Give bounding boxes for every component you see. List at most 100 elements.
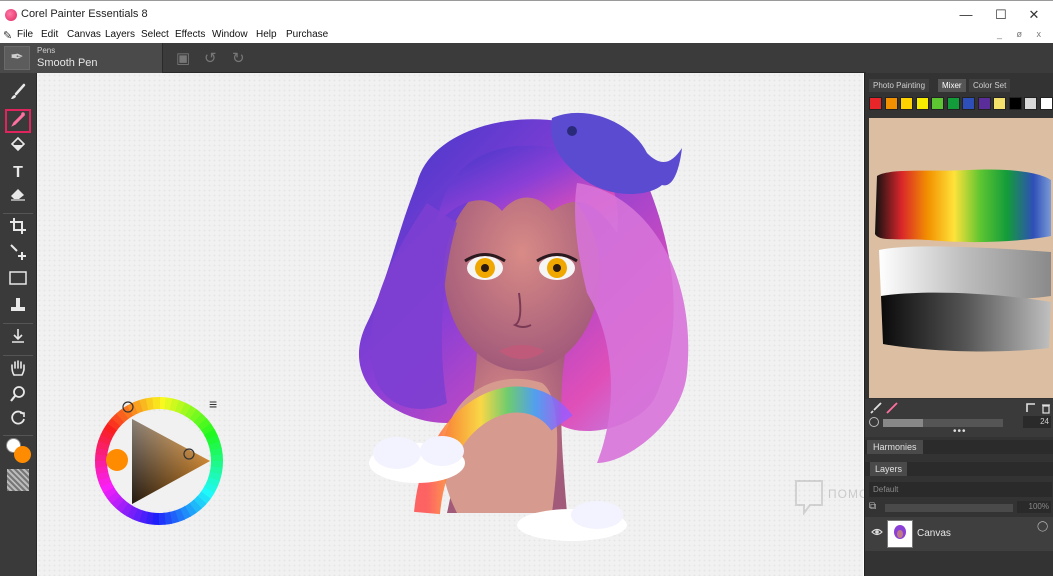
- menu-layers[interactable]: Layers: [105, 29, 135, 40]
- grabber-hand-icon[interactable]: [5, 359, 31, 383]
- mixer-color-swatch[interactable]: [884, 97, 898, 110]
- menu-edit[interactable]: Edit: [41, 29, 58, 40]
- rotate-page-icon[interactable]: [5, 409, 31, 433]
- mixer-brush-size-slider[interactable]: [883, 419, 1003, 427]
- layer-name: Canvas: [917, 528, 951, 539]
- mixer-color-swatch[interactable]: [1039, 97, 1053, 110]
- crop-tool-icon[interactable]: [5, 217, 31, 241]
- menu-purchase[interactable]: Purchase: [286, 29, 328, 40]
- tab-layers[interactable]: Layers: [870, 462, 908, 476]
- layer-row-canvas[interactable]: Canvas ◯: [865, 517, 1053, 551]
- mixed-color-streak: [875, 169, 1051, 243]
- main-color-chip[interactable]: [14, 446, 31, 463]
- layers-panel-header: Layers: [865, 462, 1053, 476]
- paper-texture-selector[interactable]: [7, 469, 29, 491]
- menu-help[interactable]: Help: [256, 29, 277, 40]
- tab-color-set[interactable]: Color Set: [969, 79, 1011, 92]
- mixer-color-swatch[interactable]: [931, 97, 944, 110]
- mixer-save-icon[interactable]: [1025, 402, 1037, 414]
- layer-thumbnail: [887, 520, 913, 548]
- paint-bucket-icon[interactable]: [5, 135, 31, 159]
- color-wheel[interactable]: [92, 394, 226, 528]
- toolbox-divider: [3, 323, 33, 324]
- current-color-dot: [106, 449, 128, 471]
- layer-options-icon[interactable]: ◯: [1037, 521, 1048, 532]
- menu-effects[interactable]: Effects: [175, 29, 205, 40]
- toolbox-divider: [3, 355, 33, 356]
- brush-size-icon: [869, 417, 879, 427]
- mixer-color-swatch[interactable]: [962, 97, 975, 110]
- app-menu-icon[interactable]: ✎: [3, 29, 12, 42]
- mixer-brush-icon[interactable]: [869, 401, 883, 415]
- text-tool-icon[interactable]: T: [5, 161, 31, 185]
- layer-opacity-slider[interactable]: [885, 504, 1013, 512]
- hue-ring-segment[interactable]: [210, 454, 223, 463]
- clone-tool-icon[interactable]: [5, 295, 31, 319]
- mixer-brush-size-value[interactable]: 24: [1023, 416, 1051, 428]
- toolbox-divider: [3, 435, 33, 436]
- hue-ring-segment[interactable]: [157, 512, 166, 525]
- hue-ring-segment[interactable]: [95, 459, 108, 468]
- mixer-pad[interactable]: [869, 118, 1053, 398]
- tab-mixer[interactable]: Mixer: [938, 79, 966, 92]
- minimize-button[interactable]: —: [946, 4, 986, 26]
- redo-icon[interactable]: ↻: [232, 49, 245, 67]
- more-options-icon[interactable]: •••: [953, 426, 967, 437]
- layer-opacity-row: ⧉ 100%: [869, 501, 1052, 515]
- opacity-icon: ⧉: [869, 501, 877, 512]
- transform-tool-icon[interactable]: [5, 243, 31, 267]
- brush-category-label: Pens: [37, 46, 56, 55]
- rectangular-selection-icon[interactable]: [5, 269, 31, 293]
- mixer-color-swatch[interactable]: [900, 97, 913, 110]
- toolbox: T: [0, 73, 37, 576]
- dropper-tool-icon[interactable]: [5, 109, 31, 133]
- color-chips[interactable]: [6, 438, 32, 464]
- mixer-toolbar: 24 •••: [865, 399, 1053, 437]
- brush-tool-icon[interactable]: [5, 83, 31, 107]
- light-gray-streak: [879, 246, 1051, 301]
- mixer-color-swatch[interactable]: [915, 97, 929, 110]
- menu-canvas[interactable]: Canvas: [67, 29, 101, 40]
- layers-list-empty-area: [865, 551, 1053, 576]
- menu-bar: ✎ File Edit Canvas Layers Select Effects…: [0, 28, 1053, 43]
- mixer-color-swatch[interactable]: [977, 97, 991, 110]
- artwork-illustration: [358, 112, 689, 541]
- brush-selector[interactable]: ✒ Pens Smooth Pen: [0, 43, 163, 73]
- hue-ring-segment[interactable]: [152, 397, 161, 410]
- menu-select[interactable]: Select: [141, 29, 169, 40]
- document-window-controls[interactable]: _ ø x: [997, 29, 1047, 39]
- toolbox-divider: [3, 213, 33, 214]
- magnifier-icon[interactable]: [5, 385, 31, 409]
- mixer-slider-fill: [883, 419, 923, 427]
- mixer-color-swatch[interactable]: [1024, 97, 1037, 110]
- mixer-color-swatch[interactable]: [993, 97, 1006, 110]
- mixer-color-swatch[interactable]: [869, 97, 882, 110]
- tab-photo-painting[interactable]: Photo Painting: [869, 79, 930, 92]
- mixer-panel-tabs: Photo Painting Mixer Color Set: [865, 79, 1053, 92]
- eraser-tool-icon[interactable]: [5, 185, 31, 209]
- brush-variant-label: Smooth Pen: [37, 57, 98, 69]
- close-button[interactable]: ✕: [1014, 4, 1053, 26]
- menu-window[interactable]: Window: [212, 29, 248, 40]
- menu-file[interactable]: File: [17, 29, 33, 40]
- trash-icon[interactable]: [1040, 402, 1052, 414]
- blend-mode-select[interactable]: Default: [869, 482, 1052, 497]
- property-bar: ✒ Pens Smooth Pen ▣ ↺ ↻: [0, 43, 1053, 73]
- undo-icon[interactable]: ↺: [204, 49, 217, 67]
- pen-brush-icon[interactable]: ✒: [4, 46, 30, 70]
- tab-harmonies[interactable]: Harmonies: [867, 440, 923, 454]
- dark-gray-streak: [881, 292, 1051, 352]
- app-logo-icon: [5, 9, 17, 21]
- eye-icon[interactable]: [871, 527, 883, 537]
- right-panel: Photo Painting Mixer Color Set 24 ••• Ha…: [864, 73, 1053, 576]
- smudge-tool-icon[interactable]: [5, 327, 31, 351]
- save-icon[interactable]: ▣: [176, 49, 190, 67]
- mixer-dropper-icon[interactable]: [885, 401, 899, 415]
- color-wheel-menu-icon[interactable]: ≡: [209, 396, 217, 412]
- mixer-color-swatch[interactable]: [1008, 97, 1022, 110]
- mixer-color-swatch[interactable]: [946, 97, 960, 110]
- harmonies-panel-header: Harmonies: [865, 440, 1053, 454]
- panel-header-area: [866, 43, 1053, 73]
- layer-opacity-value[interactable]: 100%: [1017, 501, 1051, 513]
- title-bar: Corel Painter Essentials 8 — ☐ ✕: [0, 0, 1053, 28]
